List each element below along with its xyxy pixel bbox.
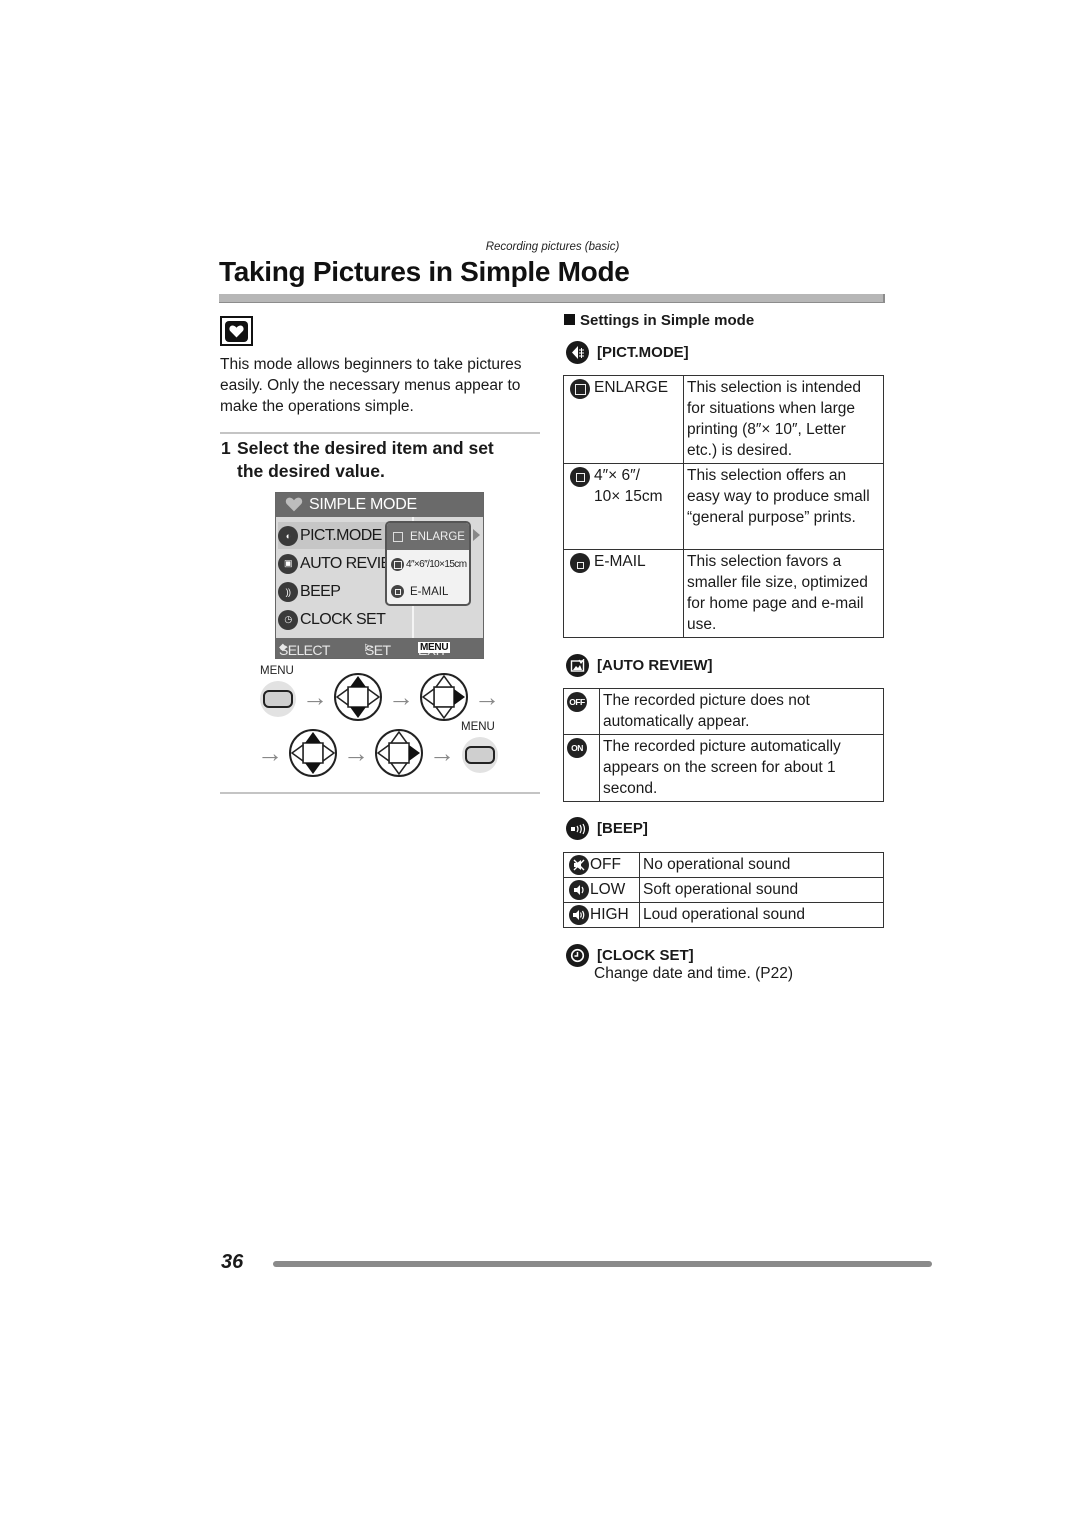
page-title: Taking Pictures in Simple Mode (219, 256, 630, 287)
beep-icon: )) (278, 581, 298, 602)
table-row: E-MAIL This selection favors a smaller f… (563, 549, 884, 638)
enlarge-size-icon (570, 379, 590, 399)
cursor-pad-up-down[interactable] (288, 728, 338, 778)
table-cell-description: This selection is intended for situation… (683, 375, 884, 464)
right-arrow-icon (473, 529, 480, 541)
right-triangle-icon: ▷ (365, 642, 373, 653)
pict-mode-icon (566, 341, 589, 364)
lcd-header: SIMPLE MODE (276, 493, 483, 517)
lcd-option-4x6[interactable]: 4″×6″/10×15cm (387, 551, 469, 578)
table-cell-description: This selection favors a smaller file siz… (683, 549, 884, 638)
settings-heading: Settings in Simple mode (564, 312, 754, 329)
email-size-icon (391, 585, 404, 598)
auto-review-icon (566, 654, 589, 677)
4x6-size-icon (570, 467, 590, 487)
table-row: ENLARGE This selection is intended for s… (563, 375, 884, 464)
table-cell-description: The recorded picture does not automatica… (599, 688, 884, 735)
step-text-line1: Select the desired item and set (237, 438, 494, 458)
cursor-pad-right[interactable] (374, 728, 424, 778)
lcd-menu-item-pict-mode[interactable]: ◐ PICT.MODE (278, 522, 388, 549)
lcd-menu-item-label: AUTO REVIE (300, 554, 388, 572)
on-badge-icon: ON (567, 738, 587, 758)
pict-mode-table: ENLARGE This selection is intended for s… (563, 375, 884, 638)
pict-mode-icon: ◐ (278, 525, 298, 546)
arrow-right-icon: → (474, 682, 500, 712)
table-cell-description: The recorded picture automatically appea… (599, 734, 884, 802)
title-underline-bar (219, 294, 885, 303)
table-cell-description: Soft operational sound (639, 877, 884, 903)
section-kicker: Recording pictures (basic) (485, 241, 620, 253)
lcd-menu-item-label: BEEP (300, 582, 341, 600)
lcd-option-email[interactable]: E-MAIL (387, 578, 469, 604)
heart-icon (285, 497, 303, 517)
4x6-size-icon (391, 558, 404, 571)
lcd-options-popup: ENLARGE 4″×6″/10×15cm E-MAIL (385, 521, 471, 606)
menu-button[interactable] (260, 681, 296, 717)
cursor-pad-right[interactable] (419, 672, 469, 722)
table-row: ON The recorded picture automatically ap… (563, 734, 884, 802)
auto-review-table: OFF The recorded picture does not automa… (563, 688, 884, 802)
menu-label: MENU (260, 665, 294, 677)
menu-button[interactable] (462, 737, 498, 773)
arrow-right-icon: → (257, 738, 283, 768)
enlarge-size-icon (391, 530, 404, 543)
lcd-menu-item-beep[interactable]: )) BEEP (278, 578, 388, 605)
lcd-screen: SIMPLE MODE ◐ PICT.MODE ▣ AUTO REVIE )) … (275, 492, 484, 659)
page-number: 36 (221, 1251, 244, 1273)
lcd-menu-item-label: PICT.MODE (300, 526, 382, 544)
menu-chip: MENU (418, 642, 451, 653)
up-down-icon: ◆ (279, 642, 287, 653)
arrow-right-icon: → (429, 738, 455, 768)
email-size-icon (570, 553, 590, 573)
lcd-title: SIMPLE MODE (309, 496, 417, 513)
beep-icon (566, 817, 589, 840)
beep-heading: [BEEP] (566, 817, 648, 840)
lcd-menu-item-label: CLOCK SET (300, 610, 386, 628)
table-row: 4″× 6″/10× 15cm This selection offers an… (563, 463, 884, 550)
beep-table: OFF No operational sound LOW Soft operat… (563, 852, 884, 928)
table-row: HIGH Loud operational sound (563, 902, 884, 928)
lcd-option-label: 4″×6″/10×15cm (406, 559, 467, 570)
pict-mode-heading: [PICT.MODE] (566, 341, 689, 364)
off-badge-icon: OFF (567, 692, 587, 712)
table-row: OFF No operational sound (563, 852, 884, 878)
step-text-line2: the desired value. (237, 461, 385, 481)
lcd-menu-item-auto-review[interactable]: ▣ AUTO REVIE (278, 550, 388, 577)
sound-low-icon (569, 880, 589, 900)
arrow-right-icon: → (343, 738, 369, 768)
sound-high-icon (569, 905, 589, 925)
simple-mode-icon (220, 316, 253, 346)
step-number: 1 (221, 438, 231, 458)
step-instruction: 1 Select the desired item and set the des… (221, 437, 541, 483)
footer-bar (273, 1261, 932, 1267)
lcd-option-enlarge[interactable]: ENLARGE (387, 523, 469, 550)
intro-paragraph: This mode allows beginners to take pictu… (220, 356, 522, 415)
auto-review-icon: ▣ (278, 553, 298, 574)
clock-set-heading: [CLOCK SET] (566, 944, 694, 967)
divider (220, 792, 540, 794)
lcd-menu-item-clock-set[interactable]: ◷ CLOCK SET (278, 606, 388, 633)
table-cell-description: No operational sound (639, 852, 884, 878)
table-cell-description: Loud operational sound (639, 902, 884, 928)
lcd-footer: SELECT◆ SET▷ EXITMENU (276, 638, 483, 658)
square-bullet-icon (564, 314, 575, 325)
auto-review-heading: [AUTO REVIEW] (566, 654, 713, 677)
table-row: OFF The recorded picture does not automa… (563, 688, 884, 735)
table-cell-description: This selection offers an easy way to pro… (683, 463, 884, 550)
table-row: LOW Soft operational sound (563, 877, 884, 903)
clock-icon: ◷ (278, 609, 298, 630)
heart-icon (225, 320, 248, 342)
lcd-option-label: E-MAIL (410, 585, 449, 598)
divider (220, 432, 540, 434)
clock-set-description: Change date and time. (P22) (594, 965, 794, 982)
clock-icon (566, 944, 589, 967)
cursor-pad-up-down[interactable] (333, 672, 383, 722)
arrow-right-icon: → (388, 682, 414, 712)
lcd-option-label: ENLARGE (410, 530, 465, 543)
menu-label: MENU (461, 721, 495, 733)
sound-off-icon (569, 855, 589, 875)
arrow-right-icon: → (302, 682, 328, 712)
